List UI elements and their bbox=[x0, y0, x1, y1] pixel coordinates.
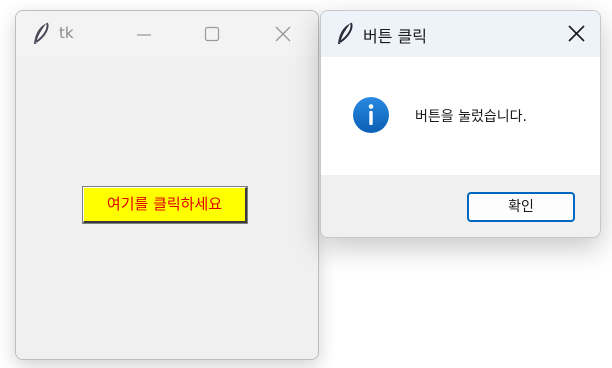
window-title: tk bbox=[59, 24, 74, 42]
message-titlebar[interactable]: 버튼 클릭 bbox=[321, 11, 600, 57]
close-icon bbox=[275, 26, 291, 42]
message-close-button[interactable] bbox=[555, 17, 599, 51]
message-title: 버튼 클릭 bbox=[363, 27, 427, 46]
message-body: 버튼을 눌렀습니다. bbox=[321, 57, 600, 175]
close-button[interactable] bbox=[261, 17, 305, 51]
message-text: 버튼을 눌렀습니다. bbox=[415, 109, 527, 125]
tk-titlebar[interactable]: tk bbox=[16, 11, 318, 57]
tk-client-area: 여기를 클릭하세요 bbox=[16, 57, 318, 359]
minimize-button[interactable] bbox=[122, 17, 166, 51]
maximize-button[interactable] bbox=[190, 17, 234, 51]
feather-icon bbox=[34, 22, 49, 44]
tk-window: tk 여기를 클릭하세요 bbox=[15, 10, 319, 360]
minimize-icon bbox=[137, 34, 151, 36]
maximize-icon bbox=[204, 26, 220, 42]
message-footer: 확인 bbox=[321, 175, 600, 237]
info-icon bbox=[353, 97, 389, 133]
close-icon bbox=[568, 25, 585, 42]
ok-button[interactable]: 확인 bbox=[467, 192, 575, 222]
feather-icon bbox=[338, 22, 353, 44]
message-box: 버튼 클릭 버튼을 눌렀습니다. 확인 bbox=[320, 10, 601, 238]
click-here-button[interactable]: 여기를 클릭하세요 bbox=[82, 186, 248, 224]
